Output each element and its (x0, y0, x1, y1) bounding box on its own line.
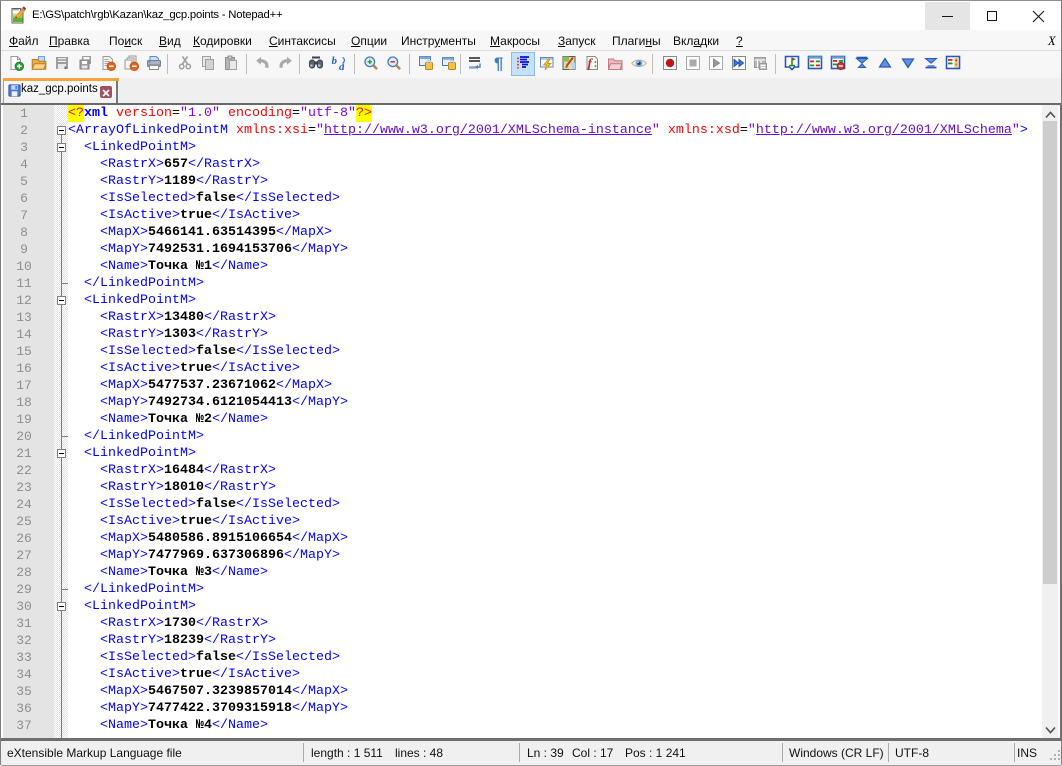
svg-text:¶: ¶ (494, 55, 503, 71)
svg-text:b: b (332, 55, 338, 67)
